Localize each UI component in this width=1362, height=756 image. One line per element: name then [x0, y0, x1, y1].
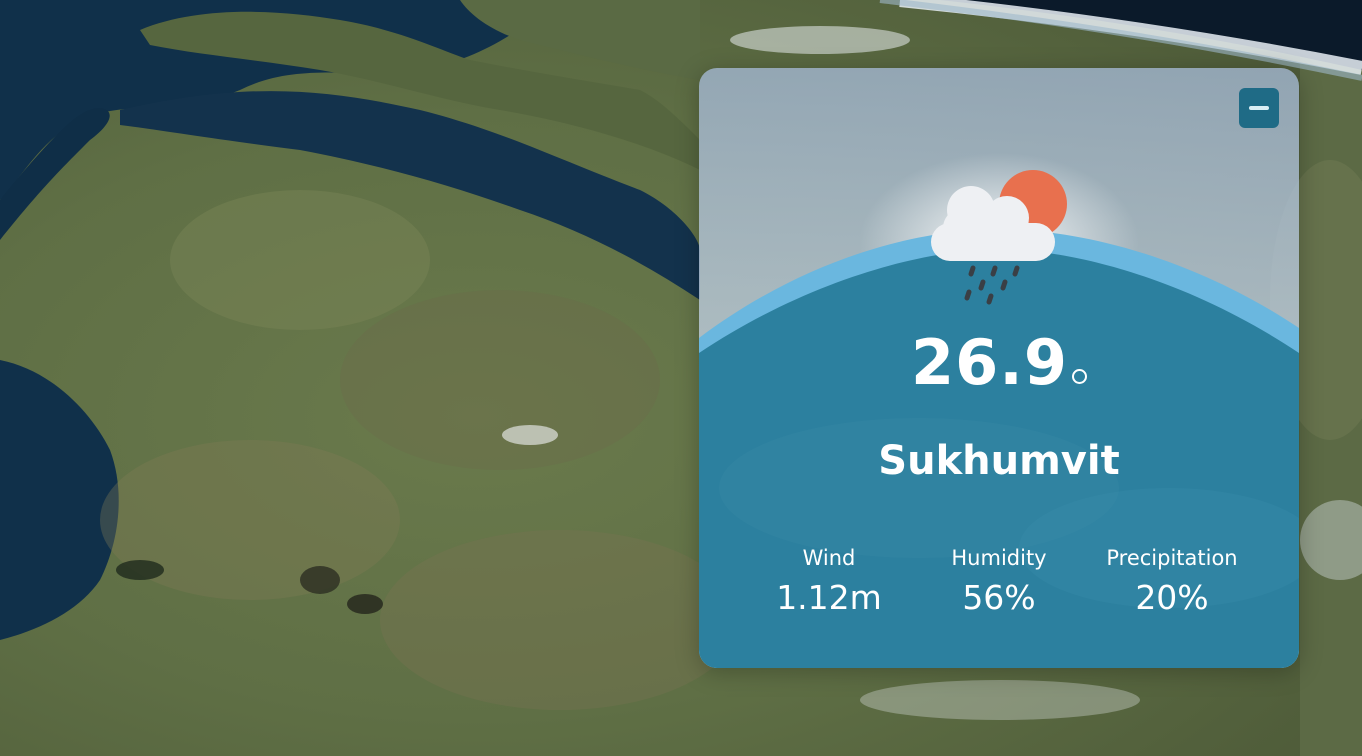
stat-value-precipitation: 20%	[1135, 578, 1209, 617]
sun-cloud-rain-icon	[931, 170, 1067, 305]
minimize-button[interactable]	[1239, 88, 1279, 128]
stat-label-wind: Wind	[802, 546, 856, 570]
minus-icon	[1249, 106, 1269, 110]
stat-precipitation: Precipitation 20%	[1082, 546, 1262, 617]
degree-icon	[1071, 369, 1087, 384]
temperature-value: 26.9	[911, 326, 1068, 399]
temperature-reading: 26.9	[699, 326, 1299, 399]
stat-wind: Wind 1.12m	[739, 546, 919, 617]
stat-value-wind: 1.12m	[776, 578, 882, 617]
stat-label-humidity: Humidity	[951, 546, 1047, 570]
weather-card: 26.9 Sukhumvit Wind 1.12m Humidity 56% P…	[699, 68, 1299, 668]
stat-value-humidity: 56%	[962, 578, 1036, 617]
stat-label-precipitation: Precipitation	[1106, 546, 1238, 570]
location-name: Sukhumvit	[878, 438, 1120, 484]
weather-stats: Wind 1.12m Humidity 56% Precipitation 20…	[739, 546, 1299, 636]
stat-humidity: Humidity 56%	[909, 546, 1089, 617]
